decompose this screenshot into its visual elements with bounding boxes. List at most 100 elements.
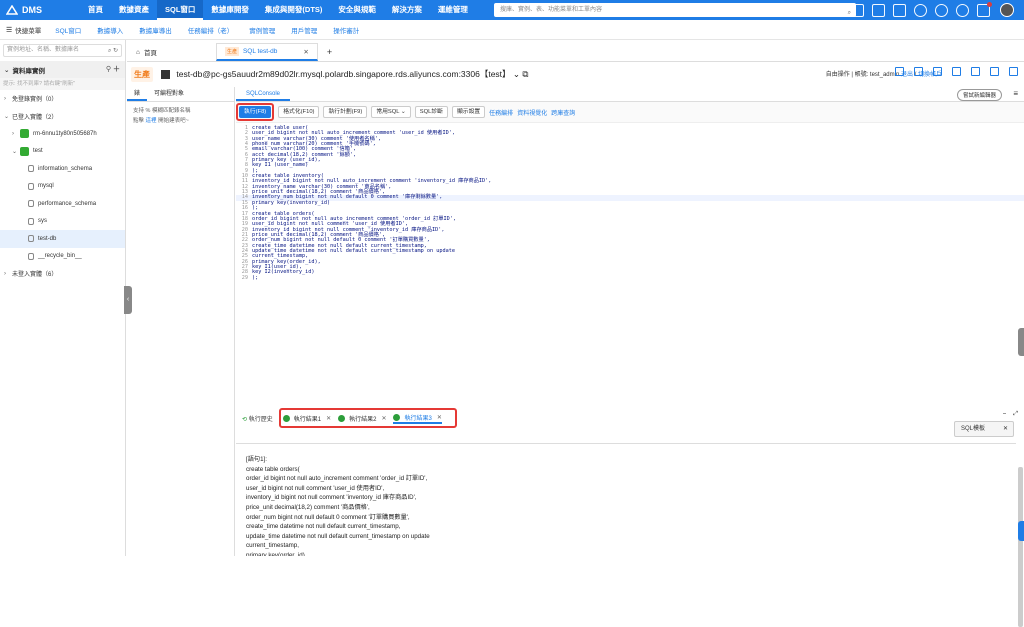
connection-title: test-db@pc-gs5auudr2m89d02lr.mysql.polar… bbox=[161, 68, 528, 80]
workorder-icon[interactable] bbox=[851, 3, 864, 17]
menu-icon[interactable]: ≡ bbox=[1013, 89, 1018, 98]
code-text: key I1 (user_name) bbox=[252, 162, 309, 169]
export-icon[interactable] bbox=[971, 67, 980, 76]
nav-item-7[interactable]: 運維管理 bbox=[430, 0, 476, 20]
chevron-down-icon[interactable]: ⌄ ⧉ bbox=[513, 69, 529, 79]
quick-menu-item-4[interactable]: 實例管理 bbox=[241, 25, 283, 35]
tree-item[interactable]: ⌄ test bbox=[0, 143, 125, 161]
close-icon[interactable]: ✕ bbox=[381, 415, 386, 422]
tree-item[interactable]: sys bbox=[0, 213, 125, 231]
add-tab-button[interactable]: + bbox=[318, 43, 341, 61]
output-line: price_unit decimal(18,2) comment '商品價格', bbox=[246, 503, 370, 511]
expand-icon[interactable]: ⤢ bbox=[1013, 411, 1018, 418]
common-sql-dropdown[interactable]: 常用SQL ⌄ bbox=[371, 106, 411, 118]
quick-menu-item-0[interactable]: SQL窗口 bbox=[47, 25, 89, 35]
settings-icon[interactable] bbox=[956, 3, 969, 17]
security-icon[interactable] bbox=[933, 67, 942, 76]
display-settings-button[interactable]: 顯示設置 bbox=[451, 106, 486, 118]
sql-template-button[interactable]: SQL模板 ✕ bbox=[954, 421, 1014, 437]
output-line: inventory_id bigint not null comment 'in… bbox=[246, 494, 417, 502]
tree-item[interactable]: ⌄ 已登入實體（2） bbox=[0, 108, 125, 126]
assistant-handle[interactable] bbox=[1018, 521, 1024, 541]
tree-item[interactable]: › 未登入實體（6） bbox=[0, 265, 125, 283]
execution-plan-button[interactable]: 執行計劃(F9) bbox=[323, 106, 368, 118]
tab-sql-test-db[interactable]: 生產 SQL test-db ✕ bbox=[215, 43, 318, 61]
tree-caret-icon[interactable]: › bbox=[12, 131, 20, 137]
bookmark-icon[interactable] bbox=[872, 3, 885, 17]
question-icon[interactable] bbox=[914, 3, 927, 17]
send-icon[interactable] bbox=[990, 67, 999, 76]
fullscreen-icon[interactable] bbox=[1009, 67, 1018, 76]
tree-caret-icon[interactable]: ⌄ bbox=[4, 113, 12, 120]
quick-menu-bar: ☰ 快捷菜單 SQL窗口 數據導入 數據庫導出 任務編排（老） 實例管理 用戶管理 操作審計 bbox=[0, 20, 1024, 40]
result-tab-2[interactable]: 執行結果2 ✕ bbox=[338, 414, 386, 423]
close-icon[interactable]: ✕ bbox=[303, 48, 308, 56]
tree-item[interactable]: __recycle_bin__ bbox=[0, 248, 125, 266]
nav-item-6[interactable]: 解決方案 bbox=[384, 0, 430, 20]
quick-menu-toggle[interactable]: ☰ 快捷菜單 bbox=[0, 25, 47, 35]
tree-item[interactable]: test-db bbox=[0, 230, 125, 248]
nav-item-5[interactable]: 安全與規範 bbox=[330, 0, 384, 20]
table-icon[interactable] bbox=[895, 67, 904, 76]
logo-text: DMS bbox=[22, 5, 42, 15]
result-tab-1[interactable]: 執行結果1 ✕ bbox=[282, 414, 331, 423]
right-collapse-handle[interactable] bbox=[1018, 328, 1024, 356]
nav-item-1[interactable]: 數據資產 bbox=[111, 0, 157, 20]
object-panel: 錶 可編程對象 支持 % 模糊匹配錶名稱 點擊 這裡 開始建表吧~ bbox=[127, 87, 235, 556]
tree-caret-icon[interactable]: › bbox=[4, 271, 12, 277]
sql-editor[interactable]: 1 create table user(2 user_id bigint not n… bbox=[236, 123, 1024, 315]
run-button[interactable]: 執行(F8) bbox=[239, 106, 272, 118]
quick-menu-item-5[interactable]: 用戶管理 bbox=[283, 25, 325, 35]
quick-menu-item-3[interactable]: 任務編排（老） bbox=[180, 25, 242, 35]
connection-string: test-db@pc-gs5auudr2m89d02lr.mysql.polar… bbox=[176, 69, 511, 79]
close-icon[interactable]: ✕ bbox=[326, 415, 331, 422]
data-visualization-link[interactable]: 資料視覺化 bbox=[517, 108, 547, 117]
output-scrollbar[interactable] bbox=[1018, 467, 1023, 627]
nav-item-3[interactable]: 數據庫開發 bbox=[203, 0, 257, 20]
output-line: update_time datetime not null default cu… bbox=[246, 532, 430, 540]
format-button[interactable]: 格式化(F10) bbox=[278, 106, 320, 118]
tab-programmable-objects[interactable]: 可編程對象 bbox=[147, 87, 191, 101]
sql-diagnosis-button[interactable]: SQL診斷 bbox=[414, 106, 448, 118]
edit-icon[interactable] bbox=[952, 67, 961, 76]
nav-item-4[interactable]: 集成與開發(DTS) bbox=[257, 0, 331, 20]
user-avatar[interactable] bbox=[1000, 3, 1014, 17]
instance-tree: › 免登錄實例（0） ⌄ 已登入實體（2） › rm-6nnu1ty80n505687h ⌄… bbox=[0, 90, 125, 283]
search-icon[interactable]: ⌕ ↻ bbox=[108, 46, 118, 57]
success-icon bbox=[393, 413, 401, 421]
cross-db-query-link[interactable]: 跨庫查詢 bbox=[551, 108, 575, 117]
tab-tables[interactable]: 錶 bbox=[127, 87, 148, 101]
tree-caret-icon[interactable]: › bbox=[4, 96, 12, 102]
quick-menu-item-6[interactable]: 操作審計 bbox=[325, 25, 367, 35]
nav-item-2[interactable]: SQL窗口 bbox=[157, 0, 204, 20]
instance-search-input[interactable]: 實例地址、名稱、數據庫名 ⌕ ↻ bbox=[3, 44, 122, 57]
task-orchestration-link[interactable]: 任務編排 bbox=[489, 108, 513, 117]
nav-item-0[interactable]: 首頁 bbox=[80, 0, 111, 20]
tree-item[interactable]: performance_schema bbox=[0, 195, 125, 213]
execution-history-tab[interactable]: ⟲ 執行歷史 bbox=[242, 414, 273, 423]
help-doc-icon[interactable] bbox=[893, 3, 906, 17]
filter-add-icons[interactable]: ⚲ ＋ bbox=[106, 64, 120, 74]
quick-menu-label: 快捷菜單 bbox=[15, 27, 42, 35]
db-edit-icon[interactable] bbox=[161, 70, 170, 80]
close-icon[interactable]: ✕ bbox=[437, 414, 442, 421]
minimize-icon[interactable]: ⎯ bbox=[1003, 411, 1006, 418]
tab-sqlconsole[interactable]: SQLConsole bbox=[236, 87, 291, 101]
quick-menu-item-2[interactable]: 數據庫導出 bbox=[131, 25, 180, 35]
tree-item[interactable]: › rm-6nnu1ty80n505687h bbox=[0, 125, 125, 143]
tab-home[interactable]: ⌂ 首頁 bbox=[127, 43, 166, 61]
dms-logo[interactable]: DMS bbox=[0, 5, 80, 15]
quick-menu-item-1[interactable]: 數據導入 bbox=[89, 25, 131, 35]
notification-icon[interactable] bbox=[977, 1, 992, 17]
global-search-input[interactable]: 搜庫、實例、表、功能菜單和工單內容 ⌕ bbox=[494, 3, 856, 17]
result-tab-3[interactable]: 執行結果3 ✕ bbox=[393, 413, 442, 424]
try-new-editor-button[interactable]: 嘗試新編輯器 bbox=[956, 89, 1002, 101]
tree-item[interactable]: › 免登錄實例（0） bbox=[0, 90, 125, 108]
create-table-link[interactable]: 這裡 bbox=[146, 118, 157, 124]
close-icon[interactable]: ✕ bbox=[1003, 422, 1008, 436]
tree-item[interactable]: information_schema bbox=[0, 160, 125, 178]
globe-icon[interactable] bbox=[935, 3, 948, 17]
tree-caret-icon[interactable]: ⌄ bbox=[12, 148, 20, 155]
tree-item[interactable]: mysql bbox=[0, 178, 125, 196]
layout-icon[interactable] bbox=[914, 67, 923, 76]
